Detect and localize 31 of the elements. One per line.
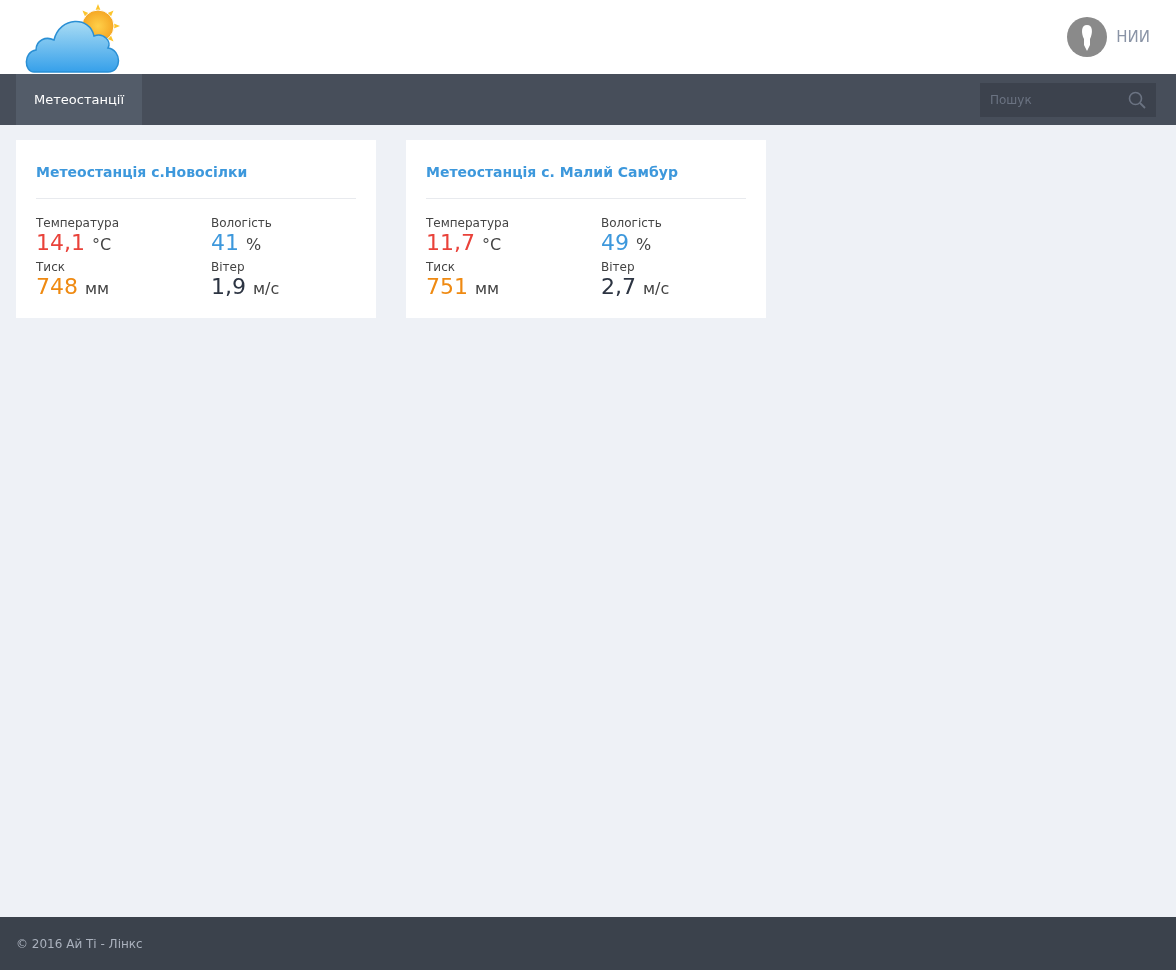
station-title[interactable]: Метеостанція с. Малий Самбур bbox=[426, 164, 746, 180]
reading-label: Вологість bbox=[601, 216, 663, 230]
reading-label: Тиск bbox=[426, 260, 456, 274]
reading-value: 1,9 bbox=[211, 274, 246, 299]
user-name[interactable]: НИИ bbox=[1116, 28, 1150, 46]
reading-value: 14,1 bbox=[36, 230, 85, 255]
reading-unit: % bbox=[246, 235, 262, 254]
avatar-icon[interactable] bbox=[1067, 17, 1108, 57]
station-title[interactable]: Метеостанція с.Новосілки bbox=[36, 164, 356, 180]
reading-unit: % bbox=[636, 235, 652, 254]
reading-unit: мм bbox=[85, 279, 110, 298]
reading-label: Температура bbox=[36, 216, 121, 230]
reading-value: 2,7 bbox=[601, 274, 636, 299]
reading-unit: м/с bbox=[643, 279, 670, 298]
reading-label: Температура bbox=[426, 216, 511, 230]
reading-value: 748 bbox=[36, 274, 78, 299]
reading-value: 49 bbox=[601, 230, 629, 255]
reading-label: Вітер bbox=[601, 260, 636, 274]
reading-value: 41 bbox=[211, 230, 239, 255]
reading-unit: °C bbox=[482, 235, 502, 254]
reading-unit: м/с bbox=[253, 279, 280, 298]
search-icon[interactable] bbox=[1128, 90, 1146, 109]
reading-label: Тиск bbox=[36, 260, 66, 274]
reading-unit: мм bbox=[475, 279, 500, 298]
reading-value: 751 bbox=[426, 274, 468, 299]
footer-copyright: © 2016 Ай Ті - Лінкс bbox=[16, 936, 143, 951]
reading-value: 11,7 bbox=[426, 230, 475, 255]
reading-label: Вітер bbox=[211, 260, 246, 274]
reading-label: Вологість bbox=[211, 216, 273, 230]
reading-unit: °C bbox=[92, 235, 112, 254]
nav-tab[interactable]: Метеостанції bbox=[16, 74, 142, 125]
